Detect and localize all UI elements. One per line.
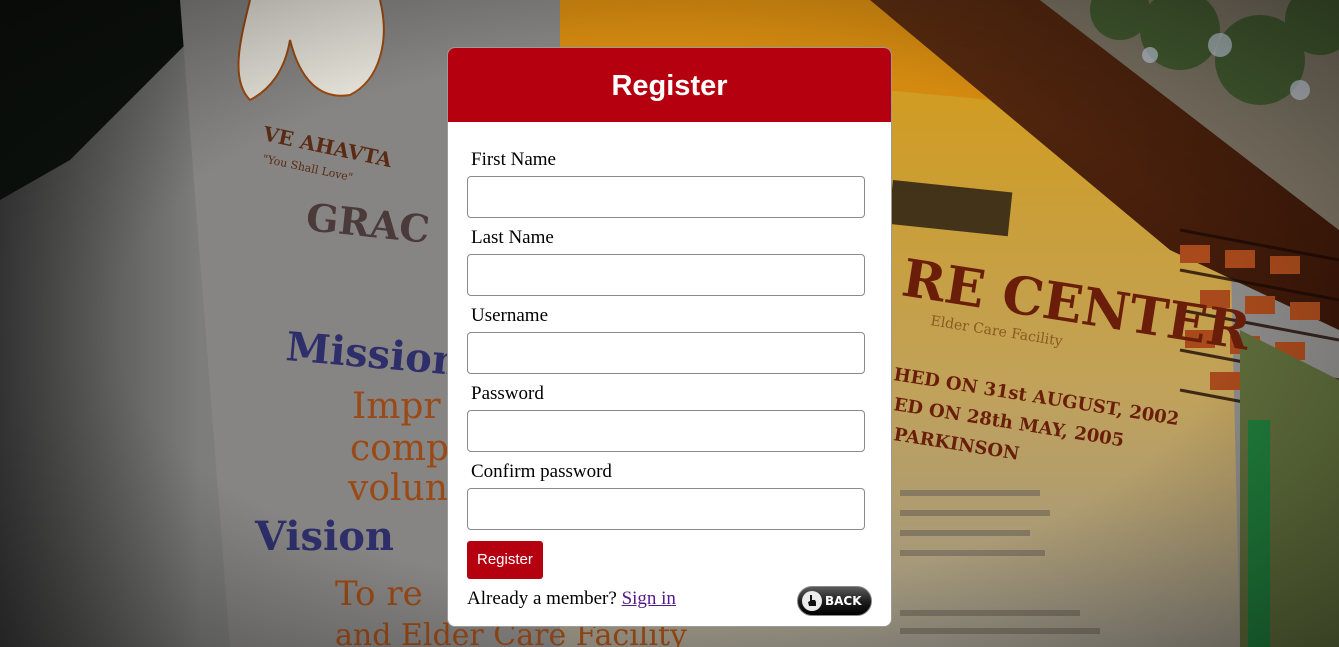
back-label: BACK [825,594,862,608]
password-label: Password [471,383,544,404]
confirm-password-input[interactable] [467,488,865,530]
first-name-input[interactable] [467,176,865,218]
sign-in-link[interactable]: Sign in [622,588,676,609]
first-name-label: First Name [471,149,556,170]
register-card: Register First Name Last Name Username P… [447,47,892,627]
page-title: Register [611,69,728,102]
username-label: Username [471,305,549,326]
password-input[interactable] [467,410,865,452]
back-button[interactable]: BACK [797,586,872,616]
member-prompt: Already a member? [467,588,617,609]
card-header: Register [448,48,891,122]
confirm-password-label: Confirm password [471,461,612,482]
username-input[interactable] [467,332,865,374]
register-button[interactable]: Register [467,541,543,579]
last-name-input[interactable] [467,254,865,296]
hand-pointer-icon [802,591,822,611]
member-prompt-line: Already a member? Sign in [467,588,676,610]
last-name-label: Last Name [471,227,554,248]
register-form: First Name Last Name Username Password C… [448,122,891,624]
footer-row: Already a member? Sign in BACK [467,586,872,624]
